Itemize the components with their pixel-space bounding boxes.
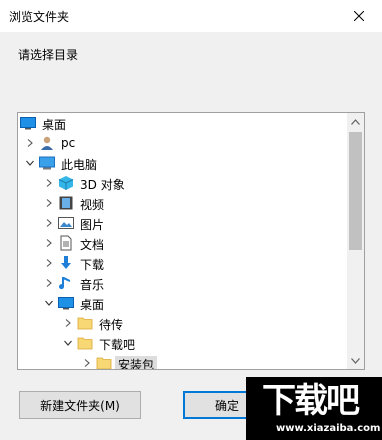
tree-expander[interactable] bbox=[43, 213, 55, 233]
videos-icon bbox=[58, 195, 74, 211]
tree-item-label: 此电脑 bbox=[61, 158, 98, 172]
tree-item-label: 图片 bbox=[80, 218, 105, 232]
scroll-up-button[interactable] bbox=[347, 113, 364, 130]
music-icon bbox=[58, 275, 74, 291]
tree-item[interactable]: 3D 对象 bbox=[18, 173, 349, 193]
chevron-down-icon bbox=[64, 340, 72, 346]
tree-expander[interactable] bbox=[43, 293, 55, 313]
scroll-down-button[interactable] bbox=[347, 352, 364, 369]
scroll-thumb[interactable] bbox=[349, 132, 362, 250]
tree-item-label: 视频 bbox=[80, 198, 105, 212]
tree-item[interactable]: 待传 bbox=[18, 313, 349, 333]
new-folder-button[interactable]: 新建文件夹(M) bbox=[19, 391, 141, 419]
tree-item[interactable]: 桌面 bbox=[18, 293, 349, 313]
tree-item-label: 待传 bbox=[99, 318, 124, 332]
chevron-right-icon bbox=[65, 319, 71, 327]
tree-item-label: pc bbox=[61, 136, 76, 150]
tree-rows: 桌面 pc 此电脑 3D 对象 视频 图片 文档 下载 音乐 桌面 待传 下载吧 安装包 bbox=[18, 113, 349, 369]
vertical-scrollbar[interactable] bbox=[347, 113, 364, 369]
tree-item[interactable]: pc bbox=[18, 133, 349, 153]
tree-item[interactable]: 图片 bbox=[18, 213, 349, 233]
close-icon bbox=[354, 11, 364, 21]
folder-icon bbox=[77, 315, 93, 331]
tree-item[interactable]: 桌面 bbox=[18, 113, 349, 133]
watermark-logo: 下载吧 www.xiazaiba.com bbox=[246, 377, 382, 440]
desktop-icon bbox=[58, 295, 74, 311]
tree-expander[interactable] bbox=[43, 233, 55, 253]
desktop-icon bbox=[20, 115, 36, 131]
user-folder-icon bbox=[39, 135, 55, 151]
chevron-right-icon bbox=[46, 179, 52, 187]
chevron-right-icon bbox=[46, 199, 52, 207]
chevron-right-icon bbox=[46, 279, 52, 287]
3d-objects-icon bbox=[58, 175, 74, 191]
tree-item[interactable]: 音乐 bbox=[18, 273, 349, 293]
close-button[interactable] bbox=[336, 0, 382, 32]
computer-icon bbox=[39, 155, 55, 171]
chevron-up-icon bbox=[351, 118, 360, 125]
tree-item[interactable]: 安装包 bbox=[18, 353, 349, 369]
tree-item-label: 文档 bbox=[80, 238, 105, 252]
folder-icon bbox=[77, 335, 93, 351]
tree-item-label: 桌面 bbox=[80, 298, 105, 312]
tree-expander[interactable] bbox=[24, 133, 36, 153]
tree-expander[interactable] bbox=[43, 193, 55, 213]
chevron-right-icon bbox=[27, 139, 33, 147]
tree-item[interactable]: 视频 bbox=[18, 193, 349, 213]
tree-item-label: 桌面 bbox=[42, 118, 67, 132]
tree-expander[interactable] bbox=[62, 333, 74, 353]
chevron-right-icon bbox=[46, 239, 52, 247]
tree-item-label: 下载 bbox=[80, 258, 105, 272]
pictures-icon bbox=[58, 215, 74, 231]
documents-icon bbox=[58, 235, 74, 251]
tree-expander[interactable] bbox=[24, 153, 36, 173]
folder-tree[interactable]: 桌面 pc 此电脑 3D 对象 视频 图片 文档 下载 音乐 桌面 待传 下载吧 安装包 bbox=[17, 112, 365, 370]
tree-item-label: 3D 对象 bbox=[80, 178, 125, 192]
tree-expander[interactable] bbox=[43, 253, 55, 273]
tree-item[interactable]: 下载吧 bbox=[18, 333, 349, 353]
tree-expander[interactable] bbox=[43, 173, 55, 193]
tree-item-label: 下载吧 bbox=[99, 338, 136, 352]
tree-expander[interactable] bbox=[43, 273, 55, 293]
tree-item[interactable]: 下载 bbox=[18, 253, 349, 273]
chevron-right-icon bbox=[46, 219, 52, 227]
chevron-down-icon bbox=[351, 357, 360, 364]
title-bar: 浏览文件夹 bbox=[0, 0, 382, 32]
tree-expander[interactable] bbox=[62, 313, 74, 333]
downloads-icon bbox=[58, 255, 74, 271]
tree-expander[interactable] bbox=[81, 353, 93, 369]
tree-item-label: 安装包 bbox=[115, 356, 158, 369]
chevron-down-icon bbox=[45, 300, 53, 306]
folder-icon bbox=[96, 355, 112, 369]
prompt-label: 请选择目录 bbox=[18, 48, 79, 62]
tree-item[interactable]: 此电脑 bbox=[18, 153, 349, 173]
tree-item[interactable]: 文档 bbox=[18, 233, 349, 253]
chevron-right-icon bbox=[84, 359, 90, 367]
chevron-right-icon bbox=[46, 259, 52, 267]
chevron-down-icon bbox=[26, 160, 34, 166]
tree-item-label: 音乐 bbox=[80, 278, 105, 292]
watermark-url: www.xiazaiba.com bbox=[276, 423, 381, 434]
watermark-logo-text: 下载吧 bbox=[262, 381, 360, 421]
window-title: 浏览文件夹 bbox=[9, 10, 70, 24]
